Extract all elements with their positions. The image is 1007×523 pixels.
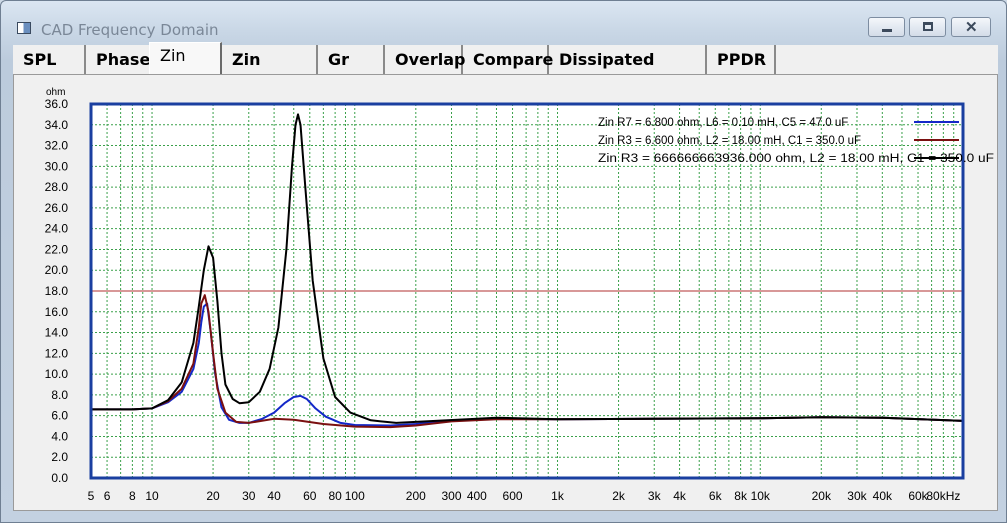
x-tick-label: 400 <box>467 489 487 503</box>
x-tick-label: 200 <box>406 489 426 503</box>
x-tick-label: 30k <box>847 489 867 503</box>
tab-zin[interactable]: Zin <box>149 42 222 74</box>
x-tick-label: 3k <box>648 489 662 503</box>
x-tick-label: 80 <box>328 489 342 503</box>
y-tick-label: 12.0 <box>45 346 69 360</box>
tab-ppdr[interactable]: PPDR <box>707 45 776 74</box>
y-tick-label: 10.0 <box>45 367 69 381</box>
x-tick-label: 10k <box>751 489 771 503</box>
legend-label: Zin R3 = 6.600 ohm, L2 = 18.00 mH, C1 = … <box>598 135 861 147</box>
app-window: CAD Frequency Domain ✕ SPL Phase Zin Zin… <box>0 0 1007 523</box>
y-tick-label: 36.0 <box>45 97 69 111</box>
y-tick-label: 8.0 <box>51 388 68 402</box>
y-tick-label: 14.0 <box>45 326 69 340</box>
y-tick-label: 2.0 <box>51 450 68 464</box>
legend-label: Zin R7 = 6.800 ohm, L6 = 0.10 mH, C5 = 4… <box>598 117 848 129</box>
y-tick-label: 30.0 <box>45 159 69 173</box>
y-tick-label: 26.0 <box>45 201 69 215</box>
tab-compare[interactable]: Compare <box>463 45 553 74</box>
y-tick-label: 22.0 <box>45 242 69 256</box>
x-tick-label: 60 <box>303 489 317 503</box>
maximize-icon <box>923 22 933 31</box>
minimize-icon <box>882 29 892 32</box>
y-tick-label: 18.0 <box>45 284 69 298</box>
x-tick-label: 6k <box>709 489 723 503</box>
x-tick-label: 8 <box>129 489 136 503</box>
x-tick-label: 4k <box>673 489 687 503</box>
app-icon <box>17 22 31 34</box>
x-tick-label: 300 <box>441 489 461 503</box>
x-tick-label: 6 <box>104 489 111 503</box>
y-tick-label: 28.0 <box>45 180 69 194</box>
x-tick-label: 1k <box>551 489 565 503</box>
x-tick-label: 2k <box>612 489 626 503</box>
tab-bar: SPL Phase Zin Zin Phase Gr Del Overlap C… <box>13 42 998 98</box>
tab-dissipated-power[interactable]: Dissipated Power <box>549 45 707 98</box>
window-title: CAD Frequency Domain <box>41 21 219 39</box>
chart-panel: ohm 0.0 2.0 4.0 6.0 8.0 10.0 12.0 14.0 16.0 18.0 20… <box>13 74 998 511</box>
x-tick-label: 8k <box>734 489 748 503</box>
x-tick-label: 30 <box>242 489 256 503</box>
y-tick-label: 20.0 <box>45 263 69 277</box>
x-tick-label: 20 <box>206 489 220 503</box>
x-tick-label: 5 <box>88 489 95 503</box>
impedance-chart: ohm0.02.04.06.08.010.012.014.016.018.020… <box>45 87 994 503</box>
maximize-button[interactable] <box>909 17 946 37</box>
minimize-button[interactable] <box>868 17 905 37</box>
tab-zin-phase[interactable]: Zin Phase <box>222 45 318 98</box>
y-tick-label: 34.0 <box>45 118 69 132</box>
close-icon: ✕ <box>965 19 978 36</box>
tab-phase[interactable]: Phase <box>86 45 154 74</box>
y-tick-label: 24.0 <box>45 222 69 236</box>
y-tick-label: 32.0 <box>45 139 69 153</box>
x-tick-label: 20k <box>812 489 832 503</box>
title-bar[interactable]: CAD Frequency Domain ✕ <box>1 1 1006 39</box>
tab-gr-del[interactable]: Gr Del <box>318 45 385 98</box>
close-button[interactable]: ✕ <box>951 17 991 37</box>
x-tick-label: 80kHz <box>926 489 960 503</box>
x-tick-label: 600 <box>503 489 523 503</box>
x-tick-label: 10 <box>145 489 159 503</box>
tab-overlap[interactable]: Overlap <box>385 45 466 74</box>
y-tick-label: 16.0 <box>45 305 69 319</box>
y-tick-label: 6.0 <box>51 409 68 423</box>
x-tick-label: 40 <box>267 489 281 503</box>
y-tick-label: 0.0 <box>51 471 68 485</box>
y-tick-label: 4.0 <box>51 429 68 443</box>
x-tick-label: 40k <box>873 489 893 503</box>
x-tick-label: 100 <box>345 489 365 503</box>
tab-spl[interactable]: SPL <box>13 45 86 74</box>
